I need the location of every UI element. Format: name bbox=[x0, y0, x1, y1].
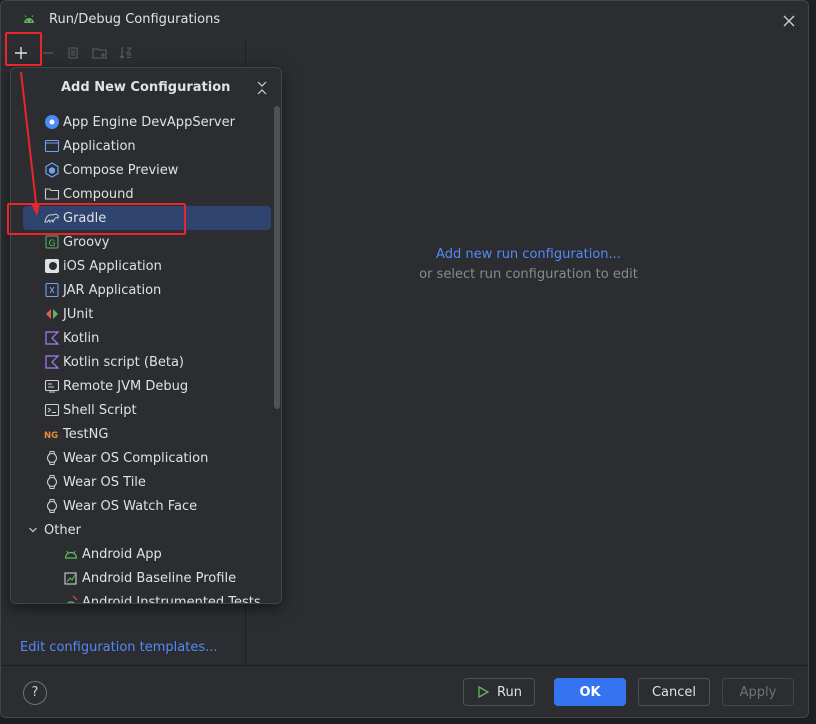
dialog-button-bar: ? Run OK Cancel Apply bbox=[1, 666, 808, 717]
list-item-label: App Engine DevAppServer bbox=[63, 114, 235, 130]
watch-icon bbox=[44, 450, 60, 466]
annotation-highlight-add-button bbox=[5, 32, 42, 66]
ios-icon bbox=[44, 258, 60, 274]
list-item-remote-jvm-debug[interactable]: Remote JVM Debug bbox=[11, 374, 273, 398]
list-item-jar-application[interactable]: JAR Application bbox=[11, 278, 273, 302]
popup-title: Add New Configuration bbox=[61, 80, 231, 95]
list-item-wear-os-watch-face[interactable]: Wear OS Watch Face bbox=[11, 494, 273, 518]
list-item-label: Remote JVM Debug bbox=[63, 378, 189, 394]
appengine-icon bbox=[44, 114, 60, 130]
ok-button[interactable]: OK bbox=[554, 678, 626, 706]
list-item-label: Android App bbox=[82, 546, 162, 562]
baseline-profile-icon bbox=[63, 570, 79, 586]
remote-debug-icon bbox=[44, 378, 60, 394]
list-item-label: Compose Preview bbox=[63, 162, 179, 178]
list-item-kotlin[interactable]: Kotlin bbox=[11, 326, 273, 350]
list-item-android-baseline-profile[interactable]: Android Baseline Profile bbox=[11, 566, 273, 590]
new-folder-icon[interactable] bbox=[91, 44, 109, 62]
group-other[interactable]: Other bbox=[11, 518, 273, 542]
kotlin-icon bbox=[44, 330, 60, 346]
group-label: Other bbox=[44, 522, 81, 538]
empty-state-hint: Add new run configuration... or select r… bbox=[247, 247, 808, 282]
instrumented-tests-icon bbox=[63, 594, 79, 603]
sort-icon[interactable] bbox=[117, 44, 135, 62]
list-item-application[interactable]: Application bbox=[11, 134, 273, 158]
run-button-label: Run bbox=[497, 684, 522, 700]
list-item-label: iOS Application bbox=[63, 258, 162, 274]
list-item-label: Compound bbox=[63, 186, 134, 202]
compose-icon bbox=[44, 162, 60, 178]
apply-button[interactable]: Apply bbox=[722, 678, 794, 706]
list-item-label: JUnit bbox=[63, 306, 94, 322]
list-item-label: Groovy bbox=[63, 234, 110, 250]
watch-icon bbox=[44, 474, 60, 490]
window-title: Run/Debug Configurations bbox=[49, 12, 221, 27]
list-item-label: Shell Script bbox=[63, 402, 137, 418]
svg-text:G: G bbox=[49, 239, 56, 249]
list-item-android-instrumented-tests[interactable]: Android Instrumented Tests bbox=[11, 590, 273, 604]
add-new-configuration-popup: Add New Configuration App Engine DevAppS… bbox=[10, 67, 282, 604]
close-icon[interactable] bbox=[780, 12, 798, 30]
copy-icon[interactable] bbox=[64, 44, 82, 62]
android-icon bbox=[21, 12, 37, 28]
shell-icon bbox=[44, 402, 60, 418]
jar-icon bbox=[44, 282, 60, 298]
select-configuration-hint: or select run configuration to edit bbox=[419, 267, 638, 282]
list-item-label: Wear OS Tile bbox=[63, 474, 146, 490]
list-item-compose-preview[interactable]: Compose Preview bbox=[11, 158, 273, 182]
title-bar: Run/Debug Configurations bbox=[1, 1, 808, 41]
list-item-label: Kotlin script (Beta) bbox=[63, 354, 185, 370]
list-item-wear-os-complication[interactable]: Wear OS Complication bbox=[11, 446, 273, 470]
list-item-label: TestNG bbox=[63, 426, 109, 442]
list-item-label: Android Baseline Profile bbox=[82, 570, 237, 586]
compound-icon bbox=[44, 186, 60, 202]
edit-configuration-templates-link[interactable]: Edit configuration templates... bbox=[20, 640, 218, 655]
list-item-testng[interactable]: NG TestNG bbox=[11, 422, 273, 446]
list-item-label: Wear OS Watch Face bbox=[63, 498, 198, 514]
testng-icon: NG bbox=[44, 426, 60, 442]
popup-scrollbar[interactable] bbox=[274, 106, 280, 409]
list-item-label: JAR Application bbox=[63, 282, 162, 298]
kotlin-script-icon bbox=[44, 354, 60, 370]
run-button[interactable]: Run bbox=[463, 678, 535, 706]
annotation-highlight-gradle bbox=[7, 203, 186, 235]
application-icon bbox=[44, 138, 60, 154]
play-icon bbox=[476, 685, 490, 699]
cancel-button[interactable]: Cancel bbox=[638, 678, 710, 706]
list-item-wear-os-tile[interactable]: Wear OS Tile bbox=[11, 470, 273, 494]
list-item-ios-application[interactable]: iOS Application bbox=[11, 254, 273, 278]
list-item-label: Application bbox=[63, 138, 136, 154]
list-item-label: Kotlin bbox=[63, 330, 100, 346]
configuration-type-list: App Engine DevAppServer Application Comp… bbox=[11, 110, 273, 604]
groovy-icon: G bbox=[44, 234, 60, 250]
list-item-kotlin-script[interactable]: Kotlin script (Beta) bbox=[11, 350, 273, 374]
collapse-icon[interactable] bbox=[255, 80, 269, 96]
add-new-run-configuration-link[interactable]: Add new run configuration... bbox=[247, 247, 808, 262]
android-icon bbox=[63, 546, 79, 562]
help-button[interactable]: ? bbox=[23, 681, 47, 705]
list-item-shell-script[interactable]: Shell Script bbox=[11, 398, 273, 422]
list-item-label: Wear OS Complication bbox=[63, 450, 209, 466]
junit-icon bbox=[44, 306, 60, 322]
watch-icon bbox=[44, 498, 60, 514]
svg-text:NG: NG bbox=[44, 431, 58, 441]
list-item-android-app[interactable]: Android App bbox=[11, 542, 273, 566]
list-item-junit[interactable]: JUnit bbox=[11, 302, 273, 326]
list-item-app-engine[interactable]: App Engine DevAppServer bbox=[11, 110, 273, 134]
chevron-down-icon[interactable] bbox=[25, 522, 41, 538]
list-item-label: Android Instrumented Tests bbox=[82, 594, 261, 604]
